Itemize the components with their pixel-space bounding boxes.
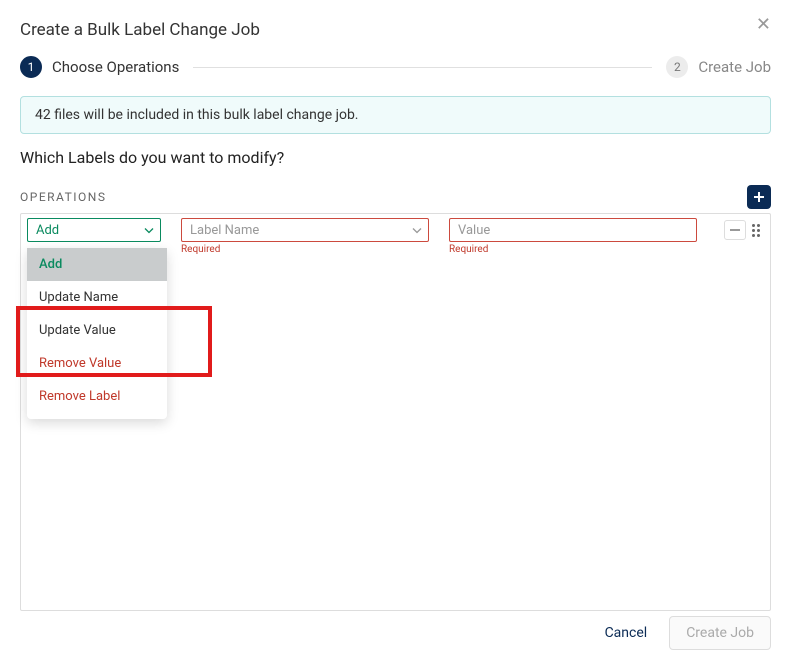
close-icon[interactable]: ✕ bbox=[756, 14, 771, 35]
plus-icon bbox=[753, 191, 765, 203]
operation-type-value: Add bbox=[36, 223, 59, 238]
step-1-number: 1 bbox=[20, 56, 42, 78]
operations-panel: Add Add Update Name Update Value Remove … bbox=[20, 213, 771, 611]
step-2-number: 2 bbox=[666, 56, 688, 78]
dialog-title: Create a Bulk Label Change Job bbox=[20, 20, 771, 40]
step-1[interactable]: 1 Choose Operations bbox=[20, 56, 179, 78]
stepper: 1 Choose Operations 2 Create Job bbox=[20, 56, 771, 78]
drag-handle-icon[interactable] bbox=[752, 224, 764, 237]
label-name-placeholder: Label Name bbox=[190, 223, 259, 238]
dropdown-item-update-name[interactable]: Update Name bbox=[27, 281, 167, 314]
operation-row: Add Add Update Name Update Value Remove … bbox=[27, 218, 764, 255]
label-name-select[interactable]: Label Name bbox=[181, 218, 429, 242]
chevron-down-icon bbox=[412, 223, 422, 238]
chevron-down-icon bbox=[144, 223, 154, 238]
dropdown-item-add[interactable]: Add bbox=[27, 248, 167, 281]
operations-header: OPERATIONS bbox=[20, 190, 106, 204]
dropdown-item-remove-value[interactable]: Remove Value bbox=[27, 347, 167, 380]
remove-row-button[interactable] bbox=[724, 220, 746, 240]
operation-type-select[interactable]: Add bbox=[27, 218, 161, 242]
step-divider bbox=[193, 67, 652, 68]
minus-icon bbox=[730, 229, 740, 231]
create-job-button[interactable]: Create Job bbox=[669, 616, 771, 650]
dropdown-item-update-value[interactable]: Update Value bbox=[27, 314, 167, 347]
value-input[interactable]: Value bbox=[449, 218, 697, 242]
label-name-required: Required bbox=[181, 244, 429, 255]
modify-labels-prompt: Which Labels do you want to modify? bbox=[20, 148, 771, 167]
step-2-label: Create Job bbox=[698, 58, 771, 76]
operation-type-dropdown: Add Update Name Update Value Remove Valu… bbox=[27, 248, 167, 419]
add-operation-button[interactable] bbox=[747, 185, 771, 209]
step-1-label: Choose Operations bbox=[52, 58, 179, 76]
value-required: Required bbox=[449, 244, 697, 255]
dialog-footer: Cancel Create Job bbox=[605, 616, 771, 650]
info-banner: 42 files will be included in this bulk l… bbox=[20, 96, 771, 134]
step-2[interactable]: 2 Create Job bbox=[666, 56, 771, 78]
value-placeholder: Value bbox=[458, 223, 490, 238]
cancel-button[interactable]: Cancel bbox=[605, 625, 648, 641]
dropdown-item-remove-label[interactable]: Remove Label bbox=[27, 380, 167, 413]
